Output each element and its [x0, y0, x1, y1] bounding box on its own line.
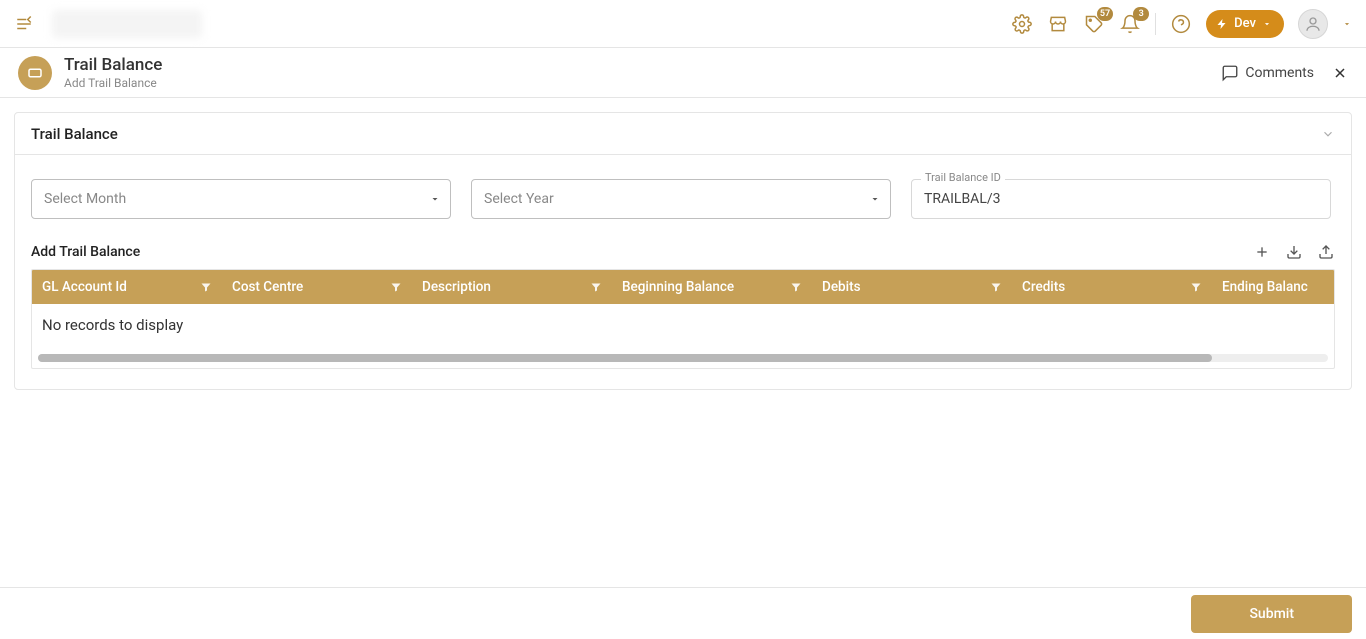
close-button[interactable]	[1332, 65, 1348, 81]
filter-icon[interactable]	[1190, 281, 1202, 293]
settings-icon[interactable]	[1011, 13, 1033, 35]
col-debits[interactable]: Debits	[812, 270, 1012, 304]
divider	[1155, 13, 1156, 35]
col-description[interactable]: Description	[412, 270, 612, 304]
topbar-left	[14, 10, 202, 38]
col-gl-account[interactable]: GL Account Id	[32, 270, 222, 304]
card-trail-balance: Trail Balance Select Month Select Year	[14, 112, 1352, 390]
page-title-block: Trail Balance Add Trail Balance	[64, 55, 162, 90]
card-title: Trail Balance	[31, 125, 118, 143]
col-label: Credits	[1022, 279, 1065, 295]
trail-balance-id-input	[911, 179, 1331, 219]
chevron-down-icon	[869, 193, 881, 205]
col-label: Beginning Balance	[622, 279, 734, 295]
comments-button[interactable]: Comments	[1221, 64, 1314, 82]
filter-icon[interactable]	[990, 281, 1002, 293]
trail-balance-id-label: Trail Balance ID	[921, 171, 1005, 184]
trail-balance-id-field: Trail Balance ID	[911, 179, 1331, 219]
grid-actions	[1253, 243, 1335, 261]
col-label: Ending Balanc	[1222, 279, 1308, 295]
upload-button[interactable]	[1317, 243, 1335, 261]
select-month-placeholder: Select Month	[44, 191, 126, 207]
chevron-down-icon	[429, 193, 441, 205]
filter-icon[interactable]	[590, 281, 602, 293]
store-icon[interactable]	[1047, 13, 1069, 35]
col-ending-balance[interactable]: Ending Balanc	[1212, 270, 1332, 304]
col-cost-centre[interactable]: Cost Centre	[222, 270, 412, 304]
col-label: Debits	[822, 279, 861, 295]
filter-icon[interactable]	[390, 281, 402, 293]
submit-button[interactable]: Submit	[1191, 595, 1352, 633]
col-credits[interactable]: Credits	[1012, 270, 1212, 304]
page-header: Trail Balance Add Trail Balance Comments	[0, 48, 1366, 98]
brand-logo	[52, 10, 202, 38]
comments-label: Comments	[1245, 65, 1314, 81]
page-icon	[18, 56, 52, 90]
env-label: Dev	[1234, 16, 1256, 31]
topbar: 57 3 Dev	[0, 0, 1366, 48]
avatar[interactable]	[1298, 9, 1328, 39]
page-title: Trail Balance	[64, 55, 162, 75]
bell-icon[interactable]: 3	[1119, 13, 1141, 35]
empty-message: No records to display	[42, 316, 1324, 334]
select-year-placeholder: Select Year	[484, 191, 554, 207]
card-body: Select Month Select Year Trail Balance I…	[15, 155, 1351, 389]
col-beginning-balance[interactable]: Beginning Balance	[612, 270, 812, 304]
bell-badge: 3	[1133, 7, 1149, 21]
page-subtitle: Add Trail Balance	[64, 76, 162, 90]
tag-badge: 57	[1097, 7, 1113, 21]
card-header: Trail Balance	[15, 113, 1351, 155]
data-grid: GL Account Id Cost Centre Description Be…	[31, 269, 1335, 369]
menu-toggle-icon[interactable]	[14, 14, 34, 34]
page-header-actions: Comments	[1221, 64, 1348, 82]
select-year[interactable]: Select Year	[471, 179, 891, 219]
col-label: Description	[422, 279, 491, 295]
col-label: GL Account Id	[42, 279, 127, 295]
tag-icon[interactable]: 57	[1083, 13, 1105, 35]
collapse-icon[interactable]	[1321, 127, 1335, 141]
add-row-button[interactable]	[1253, 243, 1271, 261]
grid-section-title: Add Trail Balance	[31, 244, 140, 260]
select-month[interactable]: Select Month	[31, 179, 451, 219]
footer: Submit	[0, 587, 1366, 639]
avatar-menu-icon[interactable]	[1342, 19, 1352, 29]
col-label: Cost Centre	[232, 279, 303, 295]
download-button[interactable]	[1285, 243, 1303, 261]
grid-section-header: Add Trail Balance	[31, 243, 1335, 261]
scrollbar-thumb[interactable]	[38, 354, 1212, 362]
horizontal-scrollbar[interactable]	[38, 354, 1328, 362]
env-pill[interactable]: Dev	[1206, 10, 1284, 38]
filter-icon[interactable]	[200, 281, 212, 293]
grid-body: No records to display	[32, 304, 1334, 350]
topbar-right: 57 3 Dev	[1011, 9, 1352, 39]
filter-icon[interactable]	[790, 281, 802, 293]
help-icon[interactable]	[1170, 13, 1192, 35]
filter-row: Select Month Select Year Trail Balance I…	[31, 179, 1335, 219]
grid-header-row: GL Account Id Cost Centre Description Be…	[32, 270, 1334, 304]
